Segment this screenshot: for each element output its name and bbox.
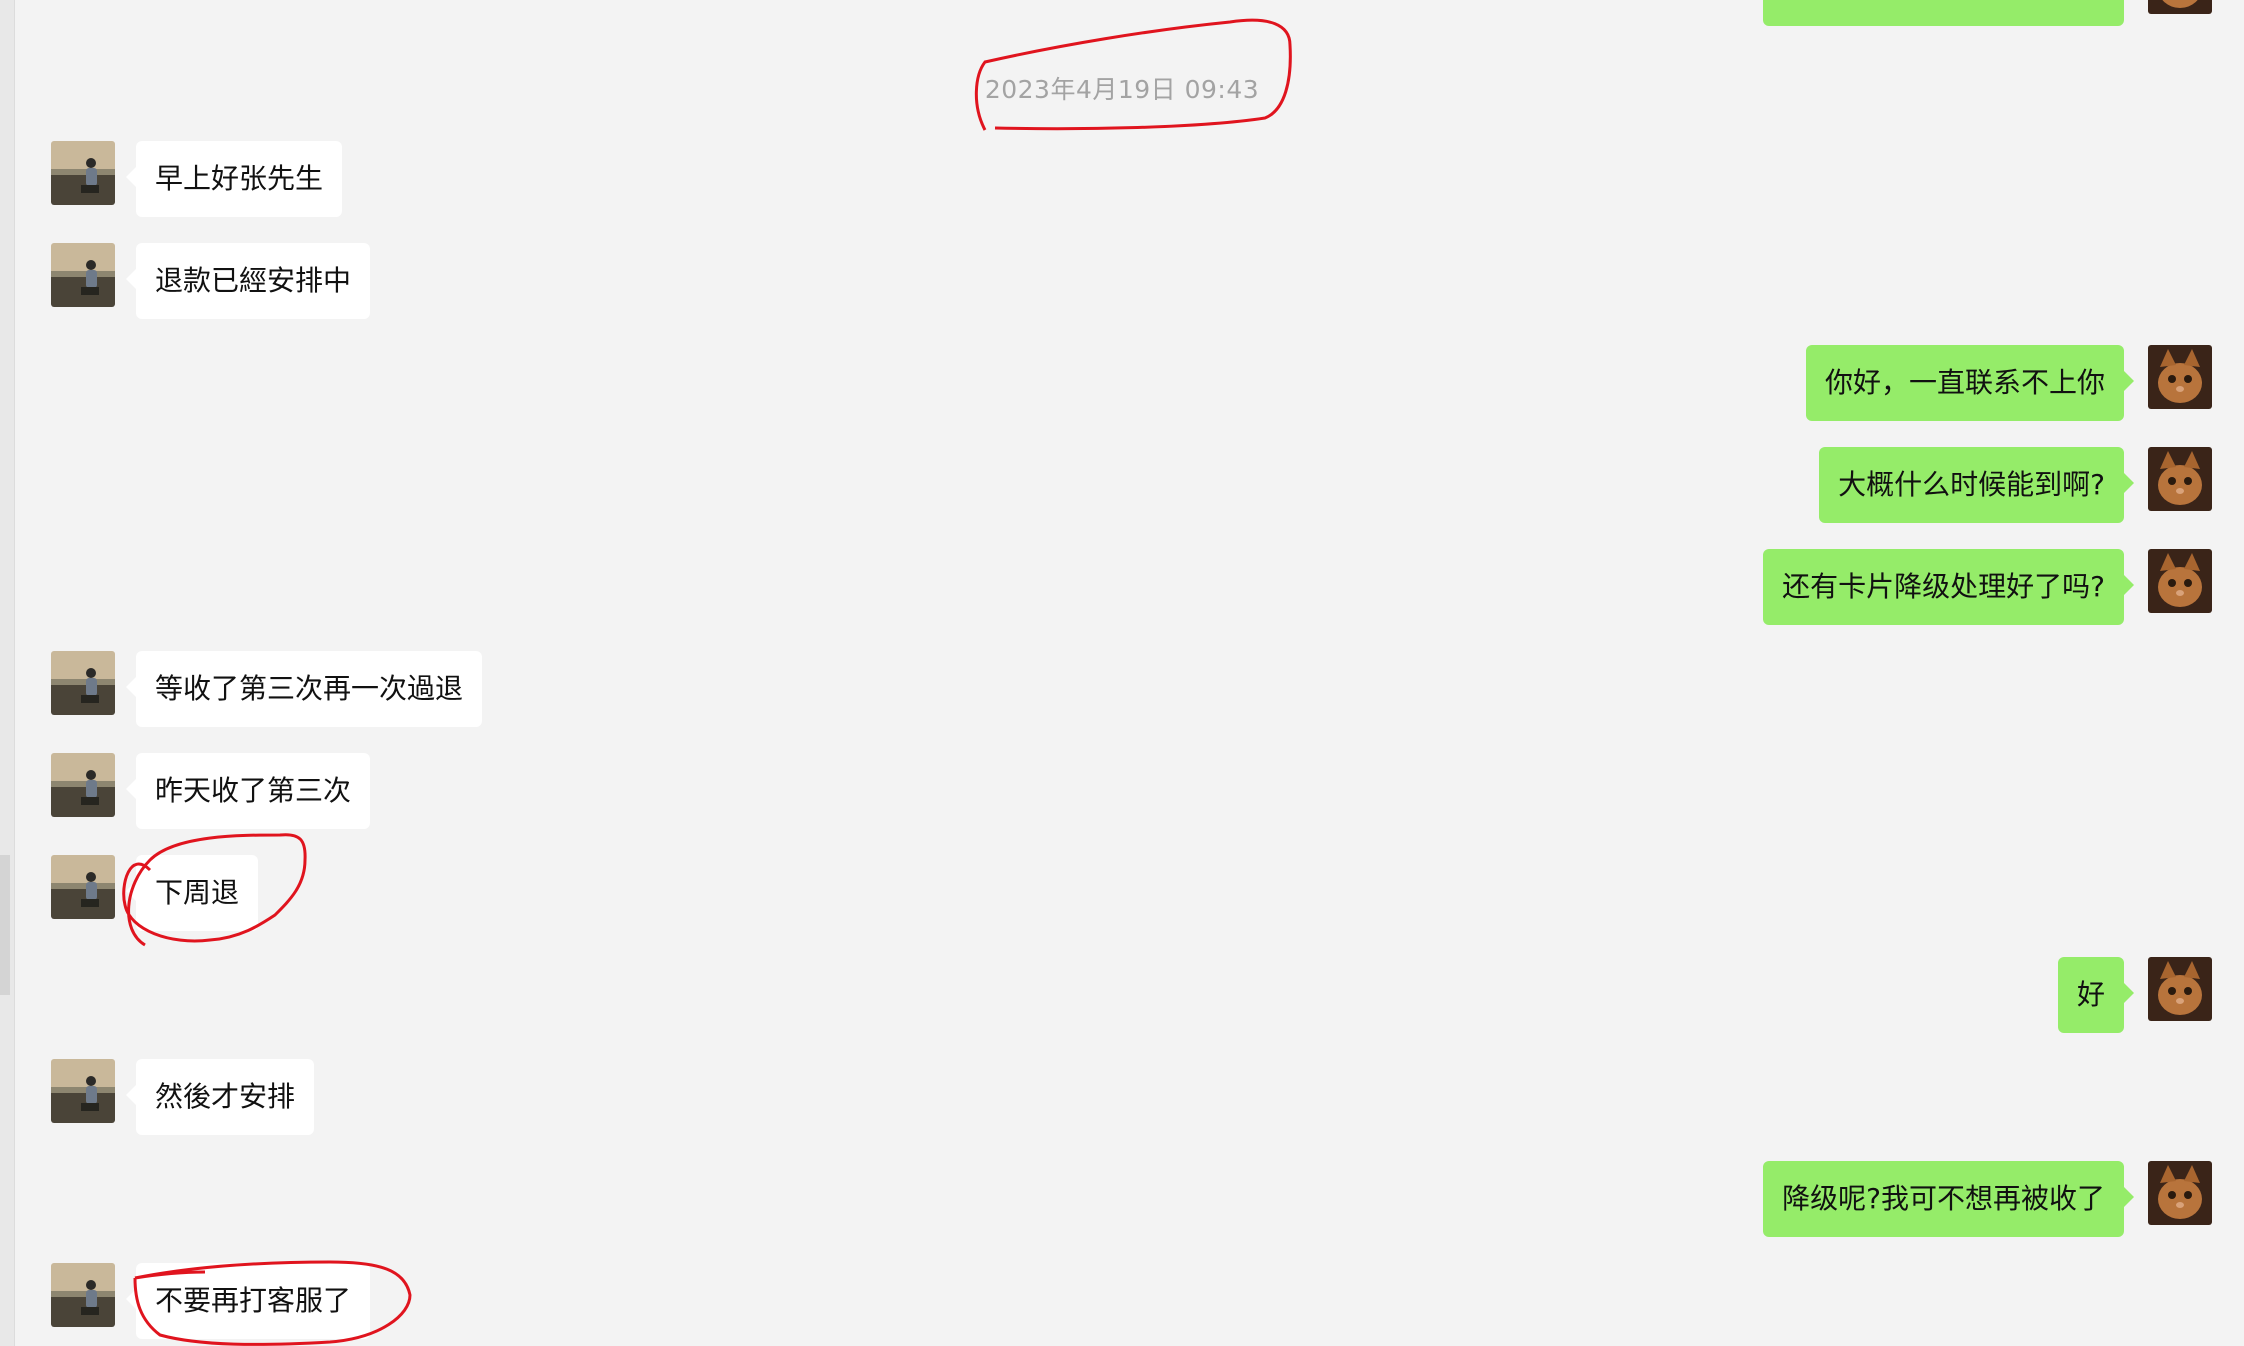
message-bubble[interactable]: 早上好张先生 bbox=[125, 141, 343, 217]
message-bubble[interactable]: 退款已經安排中 bbox=[125, 243, 371, 319]
person-by-lake-avatar-icon[interactable] bbox=[51, 753, 115, 817]
message-bubble[interactable]: 昨天收了第三次 bbox=[125, 753, 371, 829]
message-row-outgoing: 好 bbox=[0, 957, 2244, 1033]
cat-avatar-icon[interactable] bbox=[2148, 957, 2212, 1021]
message-row-incoming: 下周退 bbox=[0, 855, 2244, 931]
message-bubble[interactable]: 好 bbox=[2057, 957, 2135, 1033]
message-timestamp: 2023年4月19日 09:43 bbox=[984, 75, 1260, 104]
message-row-outgoing: 大概什么时候能到啊? bbox=[0, 447, 2244, 523]
person-by-lake-avatar-icon[interactable] bbox=[51, 1059, 115, 1123]
cat-avatar-icon[interactable] bbox=[2148, 345, 2212, 409]
message-row-partial: 我的卡片会经费还回了吗? bbox=[0, 0, 2244, 26]
message-bubble[interactable]: 你好，一直联系不上你 bbox=[1805, 345, 2135, 421]
message-row-incoming: 昨天收了第三次 bbox=[0, 753, 2244, 829]
message-row-outgoing: 还有卡片降级处理好了吗? bbox=[0, 549, 2244, 625]
message-bubble[interactable]: 降级呢?我可不想再被收了 bbox=[1763, 1161, 2134, 1237]
message-bubble[interactable]: 不要再打客服了 bbox=[125, 1263, 371, 1339]
message-bubble-partial[interactable]: 我的卡片会经费还回了吗? bbox=[1763, 0, 2124, 26]
message-row-outgoing: 降级呢?我可不想再被收了 bbox=[0, 1161, 2244, 1237]
cat-avatar-icon[interactable] bbox=[2148, 1161, 2212, 1225]
cat-avatar-icon[interactable] bbox=[2148, 549, 2212, 613]
chat-window: 我的卡片会经费还回了吗? 2023年4月19日 09:43 早上好张先生 退款已… bbox=[0, 0, 2244, 1346]
message-row-outgoing: 你好，一直联系不上你 bbox=[0, 345, 2244, 421]
message-bubble[interactable]: 下周退 bbox=[125, 855, 259, 931]
message-row-incoming: 不要再打客服了 bbox=[0, 1263, 2244, 1339]
message-row-incoming: 然後才安排 bbox=[0, 1059, 2244, 1135]
person-by-lake-avatar-icon[interactable] bbox=[51, 1263, 115, 1327]
message-bubble[interactable]: 大概什么时候能到啊? bbox=[1819, 447, 2134, 523]
cat-avatar-icon[interactable] bbox=[2148, 447, 2212, 511]
person-by-lake-avatar-icon[interactable] bbox=[51, 141, 115, 205]
cat-avatar-icon[interactable] bbox=[2148, 0, 2212, 14]
message-bubble[interactable]: 还有卡片降级处理好了吗? bbox=[1763, 549, 2134, 625]
person-by-lake-avatar-icon[interactable] bbox=[51, 855, 115, 919]
message-row-incoming: 等收了第三次再一次過退 bbox=[0, 651, 2244, 727]
message-row-incoming: 早上好张先生 bbox=[0, 141, 2244, 217]
person-by-lake-avatar-icon[interactable] bbox=[51, 651, 115, 715]
message-bubble[interactable]: 等收了第三次再一次過退 bbox=[125, 651, 483, 727]
message-bubble[interactable]: 然後才安排 bbox=[125, 1059, 315, 1135]
person-by-lake-avatar-icon[interactable] bbox=[51, 243, 115, 307]
message-row-incoming: 退款已經安排中 bbox=[0, 243, 2244, 319]
